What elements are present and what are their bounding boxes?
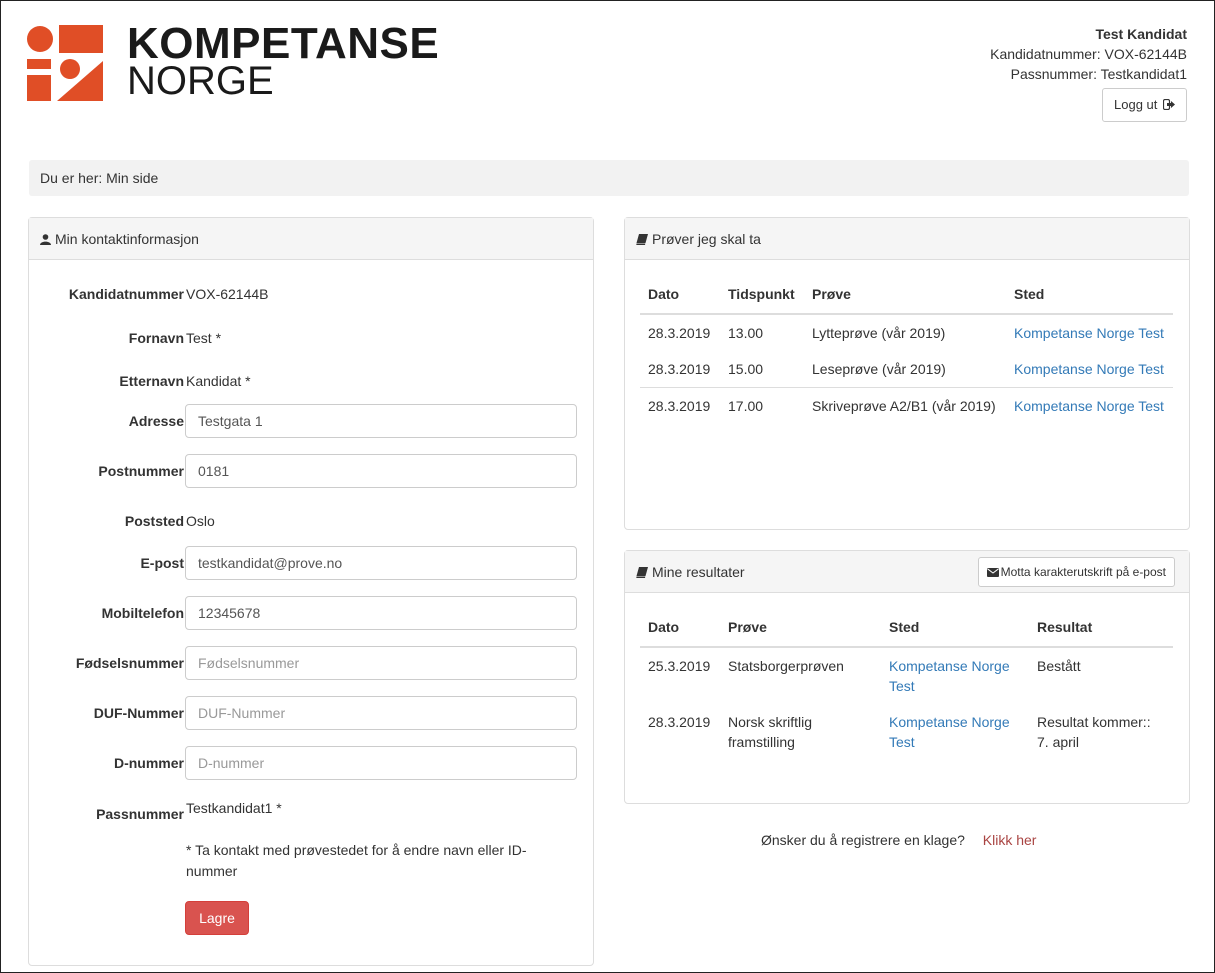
label-mobiltelefon: Mobiltelefon [101,605,184,621]
value-etternavn: Kandidat * [186,373,251,389]
contact-panel-title: Min kontaktinformasjon [55,231,199,247]
upcoming-tests-heading: Prøver jeg skal ta [625,218,1189,260]
logo[interactable]: KOMPETANSE NORGE [27,19,439,105]
value-poststed: Oslo [186,513,215,529]
logo-line2: NORGE [127,59,274,103]
upcoming-tests-panel: Prøver jeg skal ta Dato Tidspunkt Prøve … [624,217,1190,530]
user-icon [40,234,51,245]
envelope-icon [986,568,999,577]
col-dato: Dato [640,607,720,648]
book-icon [636,567,648,578]
duf-input[interactable] [185,696,577,730]
cell-test: Skriveprøve A2/B1 (vår 2019) [804,387,1006,424]
label-kandidatnummer: Kandidatnummer [68,286,184,302]
adresse-input[interactable] [185,404,577,438]
logout-label: Logg ut [1114,97,1158,112]
page: KOMPETANSE NORGE Test Kandidat Kandidatn… [0,0,1215,973]
cell-date: 25.3.2019 [648,658,711,674]
col-dato: Dato [640,274,720,315]
user-name: Test Kandidat [1095,26,1187,42]
book-icon [636,234,648,245]
complaint-question: Ønsker du å registrere en klage? [761,832,965,848]
results-table: Dato Prøve Sted Resultat 25.3.2019 Stats… [640,607,1173,760]
col-prove: Prøve [720,607,881,648]
value-passnummer: Testkandidat1 * [186,800,282,816]
user-candidate-number: Kandidatnummer: VOX-62144B [990,46,1187,62]
contact-panel-heading: Min kontaktinformasjon [29,218,593,260]
value-fornavn: Test * [186,330,222,346]
cell-test: Statsborgerprøven [728,658,844,674]
col-sted: Sted [1006,274,1173,315]
label-adresse: Adresse [128,413,184,429]
postnummer-input[interactable] [185,454,577,488]
logout-button[interactable]: Logg ut [1102,88,1187,122]
email-transcript-label: Motta karakterutskrift på e-post [1000,565,1166,579]
sign-out-icon [1162,98,1175,111]
contact-panel: Min kontaktinformasjon Kandidatnummer VO… [28,217,594,966]
table-row: 28.3.2019 15.00 Leseprøve (vår 2019) Kom… [640,351,1173,388]
place-link[interactable]: Kompetanse Norge Test [1006,351,1173,388]
user-passport-number: Passnummer: Testkandidat1 [1010,66,1187,82]
email-transcript-button[interactable]: Motta karakterutskrift på e-post [977,557,1175,587]
table-row: 28.3.2019 Norsk skriftlig framstilling K… [640,704,1173,760]
label-duf: DUF-Nummer [93,705,184,721]
label-postnummer: Postnummer [98,463,184,479]
label-passnummer: Passnummer [96,806,184,822]
logo-mark-icon [27,25,103,101]
mobiltelefon-input[interactable] [185,596,577,630]
cell-time: 15.00 [728,361,764,377]
cell-test: Lytteprøve (vår 2019) [812,325,946,341]
label-etternavn: Etternavn [119,373,184,389]
place-link[interactable]: Kompetanse Norge Test [881,647,1029,704]
save-button[interactable]: Lagre [185,901,249,935]
cell-date: 28.3.2019 [640,387,720,424]
results-title: Mine resultater [652,564,745,580]
col-resultat: Resultat [1029,607,1173,648]
dnummer-input[interactable] [185,746,577,780]
epost-input[interactable] [185,546,577,580]
label-poststed: Poststed [124,513,184,529]
fodselsnummer-input[interactable] [185,646,577,680]
cell-test: Norsk skriftlig framstilling [728,714,813,750]
upcoming-tests-table: Dato Tidspunkt Prøve Sted 28.3.2019 13.0… [640,274,1173,424]
table-row: 28.3.2019 17.00 Skriveprøve A2/B1 (vår 2… [640,387,1173,424]
results-panel: Mine resultater Motta karakterutskrift p… [624,550,1190,804]
cell-time: 17.00 [720,387,804,424]
user-info: Test Kandidat Kandidatnummer: VOX-62144B… [990,24,1187,122]
cell-date: 28.3.2019 [648,325,711,341]
place-link[interactable]: Kompetanse Norge Test [1006,387,1173,424]
label-dnummer: D-nummer [113,755,184,771]
id-change-note: * Ta kontakt med prøvestedet for å endre… [186,842,527,879]
complaint-link[interactable]: Klikk her [983,832,1037,848]
place-link[interactable]: Kompetanse Norge Test [881,704,1029,760]
upcoming-tests-title: Prøver jeg skal ta [652,231,761,247]
label-epost: E-post [140,555,184,571]
table-row: 25.3.2019 Statsborgerprøven Kompetanse N… [640,647,1173,704]
cell-result: Resultat kommer:: 7. april [1037,714,1151,750]
cell-time: 13.00 [728,325,764,341]
complaint-line: Ønsker du å registrere en klage? Klikk h… [761,832,1036,848]
results-heading: Mine resultater Motta karakterutskrift p… [625,551,1189,593]
table-row: 28.3.2019 13.00 Lytteprøve (vår 2019) Ko… [640,314,1173,351]
cell-test: Leseprøve (vår 2019) [812,361,946,377]
col-sted: Sted [881,607,1029,648]
label-fornavn: Fornavn [128,330,184,346]
place-link[interactable]: Kompetanse Norge Test [1006,314,1173,351]
cell-date: 28.3.2019 [648,714,711,730]
cell-date: 28.3.2019 [648,361,711,377]
label-fodselsnummer: Fødselsnummer [75,655,184,671]
col-prove: Prøve [804,274,1006,315]
col-tidspunkt: Tidspunkt [720,274,804,315]
value-kandidatnummer: VOX-62144B [186,286,269,302]
breadcrumb: Du er her: Min side [29,160,1189,196]
cell-result: Bestått [1037,658,1081,674]
